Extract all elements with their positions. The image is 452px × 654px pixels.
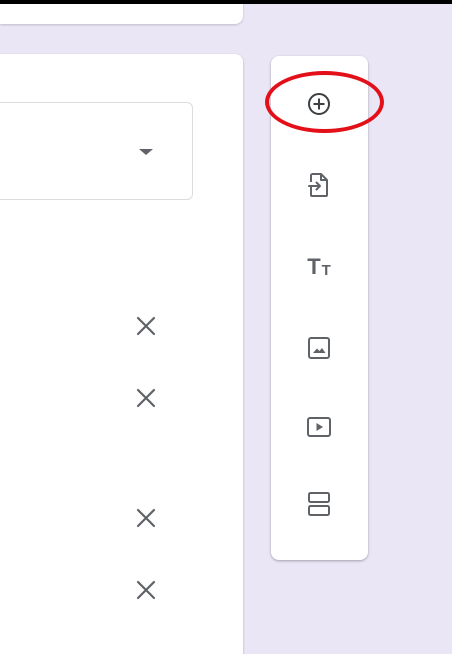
- add-circle-icon: [308, 93, 330, 115]
- add-video-button[interactable]: [289, 397, 349, 457]
- add-section-button[interactable]: [289, 474, 349, 534]
- image-icon: [308, 337, 330, 359]
- remove-option-button[interactable]: [128, 308, 164, 344]
- title-text-icon: T T: [307, 254, 331, 279]
- question-card[interactable]: [0, 54, 243, 654]
- import-file-icon: [308, 173, 328, 197]
- import-questions-button[interactable]: [289, 155, 349, 215]
- floating-toolbar: T T: [271, 56, 368, 560]
- add-image-button[interactable]: [289, 318, 349, 378]
- close-icon: [136, 316, 156, 336]
- remove-option-button[interactable]: [128, 380, 164, 416]
- add-question-button[interactable]: [289, 74, 349, 134]
- close-icon: [136, 580, 156, 600]
- remove-option-button[interactable]: [128, 572, 164, 608]
- close-icon: [136, 508, 156, 528]
- close-icon: [136, 388, 156, 408]
- video-icon: [307, 417, 331, 437]
- dropdown-arrow-icon: [139, 149, 153, 155]
- remove-option-button[interactable]: [128, 500, 164, 536]
- window-top-edge: [0, 0, 452, 4]
- section-icon: [308, 492, 330, 516]
- question-type-dropdown[interactable]: [0, 102, 193, 200]
- add-title-button[interactable]: T T: [289, 237, 349, 297]
